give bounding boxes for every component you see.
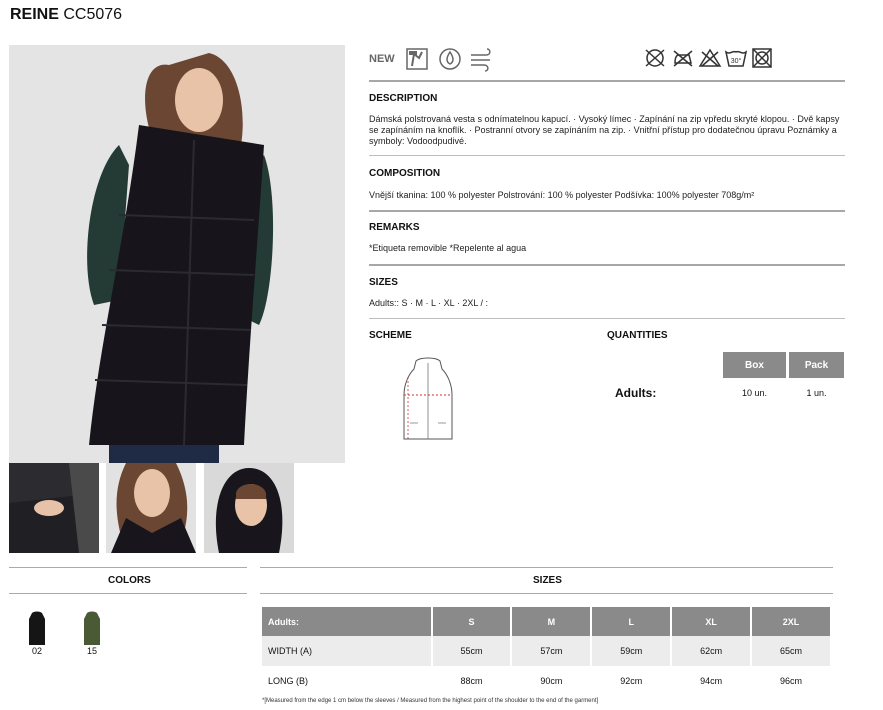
table-cell: 55cm — [431, 636, 513, 666]
table-cell: 92cm — [591, 666, 673, 696]
row-label: WIDTH (A) — [262, 636, 433, 666]
table-cell: 88cm — [431, 666, 513, 696]
model-vest-illustration — [9, 45, 345, 463]
size-col-header: S — [431, 607, 513, 636]
wash-30-icon: 30° — [724, 47, 748, 69]
size-table-heading: SIZES — [533, 575, 562, 586]
no-iron-icon — [671, 47, 695, 69]
remarks-text: *Etiqueta removible *Repelente al agua — [369, 243, 527, 253]
vest-scheme-diagram — [398, 355, 458, 445]
size-col-header: M — [511, 607, 593, 636]
sizes-heading: SIZES — [369, 277, 398, 288]
product-code: CC5076 — [63, 6, 123, 23]
collar-detail-illustration — [106, 463, 196, 553]
table-cell: 65cm — [751, 636, 832, 666]
scheme-heading: SCHEME — [369, 330, 412, 341]
hood-detail-illustration — [204, 463, 294, 553]
color-swatch-02[interactable] — [28, 611, 46, 650]
colors-heading: COLORS — [108, 575, 151, 586]
table-row: WIDTH (A) 55cm 57cm 59cm 62cm 65cm — [262, 636, 832, 666]
vest-color-02-icon — [29, 611, 45, 645]
no-dry-clean-icon — [643, 47, 667, 69]
composition-heading: COMPOSITION — [369, 168, 441, 179]
thumbnail-collar-detail[interactable] — [106, 463, 196, 553]
divider — [369, 210, 845, 212]
main-product-photo — [9, 45, 345, 463]
table-cell: 59cm — [591, 636, 673, 666]
size-table: Adults: S M L XL 2XL WIDTH (A) 55cm 57cm… — [262, 607, 832, 696]
table-cell: 94cm — [671, 666, 753, 696]
quantities-heading: QUANTITIES — [607, 330, 668, 341]
size-col-header: XL — [671, 607, 753, 636]
no-tumble-dry-icon — [750, 47, 774, 69]
thumbnail-pocket-detail[interactable] — [9, 463, 99, 553]
product-name: REINE — [10, 6, 59, 23]
color-swatch-15[interactable] — [83, 611, 101, 650]
divider — [369, 264, 845, 266]
composition-text: Vnější tkanina: 100 % polyester Polstrov… — [369, 190, 755, 200]
pack-column-header: Pack — [789, 352, 844, 378]
color-code-15: 15 — [87, 646, 98, 656]
sizes-text: Adults:: S · M · L · XL · 2XL / : — [369, 298, 489, 308]
divider — [369, 318, 845, 319]
size-footnote: *[Measured from the edge 1 cm below the … — [262, 698, 599, 704]
size-table-header-row: Adults: S M L XL 2XL — [262, 607, 832, 636]
thumbnail-hood-detail[interactable] — [204, 463, 294, 553]
size-col-header: Adults: — [262, 607, 433, 636]
box-quantity: 10 un. — [741, 388, 768, 398]
color-code-02: 02 — [32, 646, 43, 656]
vest-color-15-icon — [84, 611, 100, 645]
table-row: LONG (B) 88cm 90cm 92cm 94cm 96cm — [262, 666, 832, 696]
pack-quantity: 1 un. — [806, 388, 827, 398]
description-heading: DESCRIPTION — [369, 93, 438, 104]
table-cell: 57cm — [511, 636, 593, 666]
description-text: Dámská polstrovaná vesta s odnímatelnou … — [369, 114, 840, 146]
pocket-detail-illustration — [9, 463, 99, 553]
quantities-adults-label: Adults: — [615, 386, 657, 400]
divider — [369, 155, 845, 156]
table-cell: 96cm — [751, 666, 832, 696]
row-label: LONG (B) — [262, 666, 433, 696]
divider — [9, 593, 247, 594]
water-repellent-icon — [437, 46, 463, 72]
size-col-header: L — [591, 607, 673, 636]
divider — [369, 80, 845, 82]
size-col-header: 2XL — [751, 607, 832, 636]
remarks-heading: REMARKS — [369, 222, 420, 233]
detachable-hood-icon — [404, 46, 430, 72]
windproof-icon — [468, 46, 494, 72]
table-cell: 62cm — [671, 636, 753, 666]
svg-text:30°: 30° — [731, 57, 742, 65]
divider — [260, 593, 833, 594]
box-column-header: Box — [723, 352, 786, 378]
no-bleach-icon — [698, 47, 722, 69]
divider — [260, 567, 833, 568]
product-title: REINE CC5076 — [10, 6, 122, 24]
table-cell: 90cm — [511, 666, 593, 696]
divider — [9, 567, 247, 568]
new-badge: NEW — [369, 53, 395, 65]
